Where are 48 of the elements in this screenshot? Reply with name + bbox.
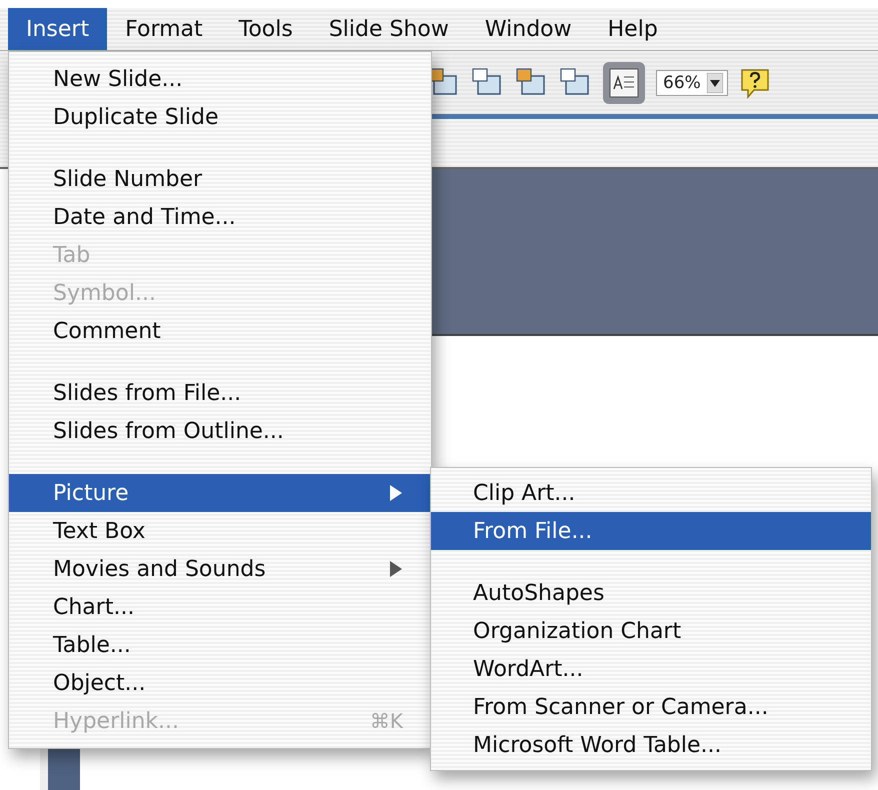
menu-item[interactable]: Slide Number — [9, 160, 431, 198]
menu-bar-item[interactable]: Window — [466, 8, 590, 50]
menu-item-label: Duplicate Slide — [53, 104, 220, 130]
menu-item[interactable]: From Scanner or Camera... — [431, 688, 871, 726]
menu-item-label: Comment — [53, 318, 162, 344]
menu-item-label: Tab — [53, 242, 92, 268]
menu-bar-item[interactable]: Slide Show — [310, 8, 467, 50]
menu-item[interactable]: From File... — [431, 512, 871, 550]
menu-item[interactable]: Slides from Outline... — [9, 412, 431, 450]
text-box-icon[interactable] — [602, 60, 646, 105]
menu-item[interactable]: Slides from File... — [9, 374, 431, 412]
menu-item-label: Text Box — [53, 518, 146, 544]
menu-item-label: Hyperlink... — [53, 708, 180, 734]
submenu-arrow-icon — [389, 561, 403, 577]
menu-item[interactable]: Object... — [9, 664, 431, 702]
menu-item-label: Object... — [53, 670, 147, 696]
shortcut-label: ⌘K — [370, 709, 403, 733]
menu-item[interactable]: WordArt... — [431, 650, 871, 688]
menu-item-label: Symbol... — [53, 280, 157, 306]
menu-bar-item[interactable]: Insert — [8, 8, 108, 50]
menu-bar-item[interactable]: Help — [590, 8, 676, 50]
menu-item[interactable]: Movies and Sounds — [9, 550, 431, 588]
menu-item[interactable]: Microsoft Word Table... — [431, 726, 871, 764]
dropdown-caret-icon — [706, 72, 723, 93]
menu-item-label: Slide Number — [53, 166, 204, 192]
menu-item[interactable]: Organization Chart — [431, 612, 871, 650]
menu-item[interactable]: New Slide... — [9, 60, 431, 98]
menu-item-label: Table... — [53, 632, 132, 658]
menu-item-label: Picture — [53, 480, 130, 506]
submenu-arrow-icon — [389, 485, 403, 501]
menu-item-label: Chart... — [53, 594, 136, 620]
menu-item-label: New Slide... — [53, 66, 184, 92]
menu-item[interactable]: AutoShapes — [431, 574, 871, 612]
menu-bar-item[interactable]: Format — [107, 8, 221, 50]
menu-item[interactable]: Picture — [9, 474, 431, 512]
zoom-dropdown[interactable]: 66% — [656, 70, 728, 96]
menu-item[interactable]: Comment — [9, 312, 431, 350]
menu-item[interactable]: Chart... — [9, 588, 431, 626]
menu-item-label: Slides from Outline... — [53, 418, 285, 444]
menu-item[interactable]: Text Box — [9, 512, 431, 550]
menu-item-label: Date and Time... — [53, 204, 237, 230]
menu-item-label: Movies and Sounds — [53, 556, 267, 582]
menu-bar-item[interactable]: Tools — [220, 8, 311, 50]
menu-item[interactable]: Table... — [9, 626, 431, 664]
menu-item-label: Slides from File... — [53, 380, 242, 406]
menu-item[interactable]: Date and Time... — [9, 198, 431, 236]
menu-item[interactable]: Duplicate Slide — [9, 98, 431, 136]
menu-item[interactable]: Clip Art... — [431, 474, 871, 512]
